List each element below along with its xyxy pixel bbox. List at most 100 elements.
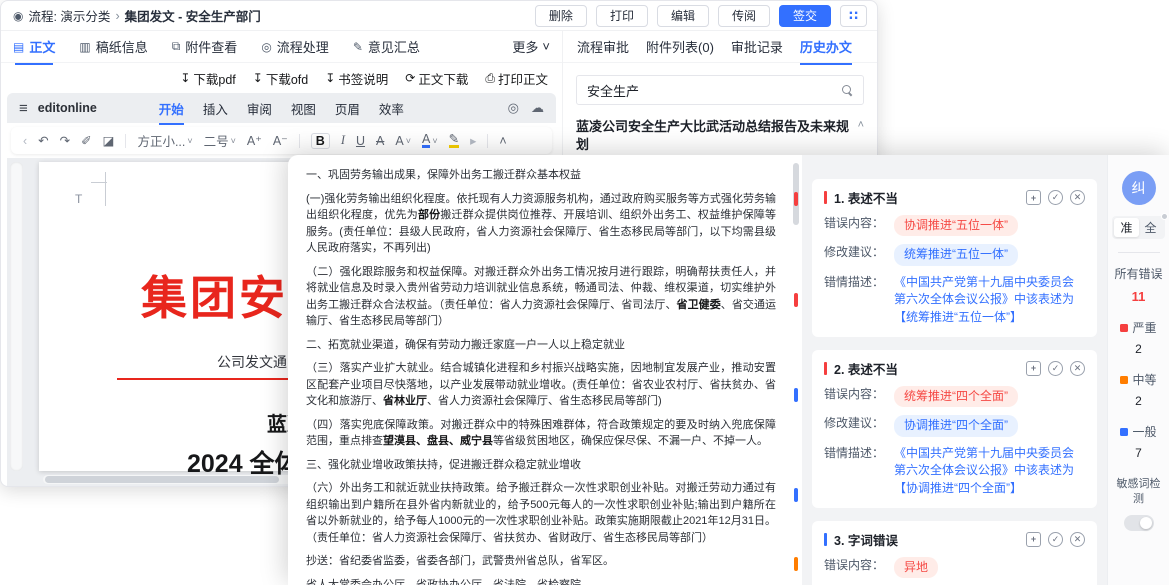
- back-icon[interactable]: ‹: [23, 134, 27, 148]
- mode-full-option[interactable]: 全: [1139, 218, 1163, 237]
- document-subtitle: 公司发文通: [217, 352, 287, 372]
- editor-menu-insert[interactable]: 插入: [203, 99, 228, 118]
- support-icon[interactable]: ◎: [508, 100, 519, 116]
- eraser-icon[interactable]: ◪: [103, 133, 115, 148]
- severity-general[interactable]: 一般 7: [1120, 423, 1156, 460]
- editor-menu-efficiency[interactable]: 效率: [379, 99, 404, 118]
- edit-button[interactable]: 编辑: [657, 5, 709, 27]
- apply-correction-icon[interactable]: +: [1026, 532, 1041, 547]
- highlighted-error-text: 望漠县、盘县、威宁县: [383, 435, 493, 447]
- error-position-marker[interactable]: [794, 557, 798, 571]
- error-card[interactable]: 2. 表述不当+✓✕错误内容：统筹推进“四个全面”修改建议：协调推进“四个全面”…: [812, 350, 1097, 508]
- error-card-header: 2. 表述不当+✓✕: [824, 359, 1085, 378]
- circulate-button[interactable]: 传阅: [718, 5, 770, 27]
- format-painter-icon[interactable]: ✐: [81, 133, 91, 148]
- crop-mark: [105, 172, 106, 206]
- italic-icon[interactable]: I: [341, 133, 345, 148]
- download-pdf-button[interactable]: ↧ 下载pdf: [180, 69, 235, 88]
- print-button[interactable]: 打印: [596, 5, 648, 27]
- bookmark-note-button[interactable]: ↧ 书签说明: [325, 69, 388, 88]
- severity-medium[interactable]: 中等 2: [1120, 371, 1156, 408]
- proofread-badge-button[interactable]: 纠: [1122, 171, 1156, 205]
- more-tabs-button[interactable]: 更多 ˅: [512, 37, 550, 56]
- error-description-link[interactable]: 《中国共产党第十九届中央委员会第六次全体会议公报》中该表述为【统筹推进“五位一体…: [894, 274, 1085, 326]
- error-card[interactable]: 1. 表述不当+✓✕错误内容：协调推进“五位一体”修改建议：统筹推进“五位一体”…: [812, 179, 1097, 337]
- editor-menus: 开始 插入 审阅 视图 页眉 效率: [159, 99, 404, 118]
- chevron-down-icon: ˅: [187, 136, 192, 146]
- dismiss-icon[interactable]: ✕: [1070, 532, 1085, 547]
- hamburger-menu-icon[interactable]: ≡: [19, 100, 28, 117]
- row-label: 错误内容：: [824, 557, 894, 574]
- download-ofd-button[interactable]: ↧ 下载ofd: [253, 69, 308, 88]
- scrollbar-thumb[interactable]: [45, 476, 279, 483]
- strikethrough-icon[interactable]: A: [376, 134, 384, 148]
- underline-icon[interactable]: U: [356, 134, 365, 148]
- redo-icon[interactable]: ↷: [60, 133, 70, 148]
- tab-draft-info[interactable]: ▥ 稿纸信息: [79, 37, 147, 56]
- search-value: 安全生产: [587, 81, 639, 100]
- error-position-marker[interactable]: [794, 293, 798, 307]
- document-scrollbar[interactable]: [790, 155, 802, 585]
- severity-severe[interactable]: 严重 2: [1120, 319, 1156, 356]
- accept-icon[interactable]: ✓: [1048, 532, 1063, 547]
- tab-attachment-view[interactable]: ⧉ 附件查看: [172, 37, 238, 56]
- accept-icon[interactable]: ✓: [1048, 190, 1063, 205]
- editor-menu-view[interactable]: 视图: [291, 99, 316, 118]
- flow-icon: ◉: [13, 9, 23, 23]
- tab-process-handle[interactable]: ◎ 流程处理: [261, 37, 329, 56]
- font-color-icon[interactable]: A˅: [422, 133, 438, 149]
- all-errors-label: 所有错误: [1114, 265, 1162, 282]
- notification-dot: [1161, 213, 1168, 220]
- dismiss-icon[interactable]: ✕: [1070, 361, 1085, 376]
- tab-history-documents[interactable]: 历史办文: [800, 37, 852, 56]
- tab-approval-records[interactable]: 审批记录: [731, 37, 783, 56]
- font-size-select[interactable]: 二号˅: [204, 131, 236, 150]
- text-style-select[interactable]: A˅: [395, 134, 411, 148]
- toolbar-overflow-icon[interactable]: ▸: [470, 133, 476, 148]
- error-position-marker[interactable]: [794, 388, 798, 402]
- tab-attachment-list[interactable]: 附件列表(0): [646, 37, 714, 56]
- mode-accurate-option[interactable]: 准: [1114, 218, 1138, 237]
- severity-bar: [824, 362, 827, 375]
- card-row-description: 错情描述：《中国共产党第十九届中央委员会第六次全体会议公报》中该表述为【统筹推进…: [824, 274, 1085, 326]
- cloud-icon[interactable]: ☁: [531, 100, 544, 116]
- submit-button[interactable]: 签交: [779, 5, 831, 27]
- attachment-icon: ⧉: [172, 39, 181, 54]
- grid-apps-icon[interactable]: ∷: [840, 5, 867, 27]
- decrease-font-icon[interactable]: A⁻: [273, 133, 288, 148]
- body-download-button[interactable]: ⟳ 正文下载: [405, 69, 468, 88]
- increase-font-icon[interactable]: A⁺: [247, 133, 262, 148]
- all-errors-count: 11: [1132, 289, 1146, 304]
- paper-icon: ▥: [79, 40, 90, 54]
- error-position-marker[interactable]: [794, 192, 798, 206]
- chevron-up-icon[interactable]: ˄: [858, 118, 864, 133]
- delete-button[interactable]: 删除: [535, 5, 587, 27]
- error-position-marker[interactable]: [794, 488, 798, 502]
- editor-menu-start[interactable]: 开始: [159, 99, 184, 118]
- suggestion-pill: 协调推进“四个全面”: [894, 415, 1018, 436]
- print-body-button[interactable]: ⎙ 打印正文: [485, 69, 548, 88]
- dismiss-icon[interactable]: ✕: [1070, 190, 1085, 205]
- proofread-document-text[interactable]: 一、巩固劳务输出成果，保障外出务工搬迁群众基本权益(一)强化劳务输出组织化程度。…: [288, 155, 790, 585]
- tab-process-approval[interactable]: 流程审批: [577, 37, 629, 56]
- apply-correction-icon[interactable]: +: [1026, 361, 1041, 376]
- tab-opinion-summary[interactable]: ✎ 意见汇总: [353, 37, 420, 56]
- editor-menu-review[interactable]: 审阅: [247, 99, 272, 118]
- collapse-toolbar-icon[interactable]: ˄: [499, 134, 506, 148]
- accept-icon[interactable]: ✓: [1048, 361, 1063, 376]
- highlight-color-icon[interactable]: ✎: [449, 133, 459, 149]
- error-description-link[interactable]: 《中国共产党第十九届中央委员会第六次全体会议公报》中该表述为【协调推进“四个全面…: [894, 445, 1085, 497]
- undo-icon[interactable]: ↶: [38, 133, 48, 148]
- font-family-select[interactable]: 方正小...˅: [137, 131, 192, 150]
- history-search-input[interactable]: 安全生产: [576, 75, 864, 105]
- editor-brand: editonline: [38, 101, 97, 115]
- breadcrumb-title: 集团发文 - 安全生产部门: [125, 6, 261, 25]
- tab-body-text[interactable]: ▤ 正文: [13, 37, 55, 56]
- sensitive-word-toggle[interactable]: [1124, 515, 1154, 531]
- bold-icon[interactable]: B: [311, 133, 330, 149]
- editor-menu-header[interactable]: 页眉: [335, 99, 360, 118]
- apply-correction-icon[interactable]: +: [1026, 190, 1041, 205]
- history-result-title[interactable]: 蓝凌公司安全生产大比武活动总结报告及未来规划 ˄: [576, 118, 864, 154]
- search-icon[interactable]: [842, 85, 853, 96]
- error-card[interactable]: 3. 字词错误+✓✕错误内容：异地修改建议：易地错情描述：《现代汉语规范词典》第…: [812, 521, 1097, 585]
